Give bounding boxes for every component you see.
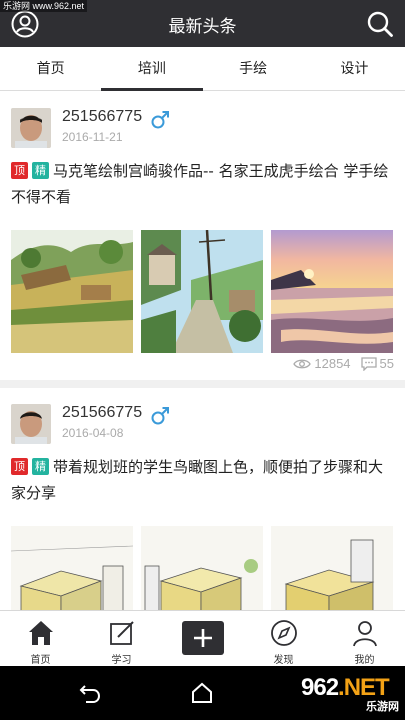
male-icon xyxy=(151,111,169,129)
logo-net: .NET xyxy=(338,674,390,701)
avatar[interactable] xyxy=(11,404,51,444)
home-icon xyxy=(28,621,53,645)
person-icon xyxy=(352,621,377,647)
tabbar-item-me[interactable]: 我的 xyxy=(324,611,405,666)
post-image[interactable] xyxy=(141,526,263,610)
plus-icon xyxy=(193,629,212,647)
home-nav-icon[interactable] xyxy=(190,681,214,705)
site-logo: 962.NET 乐游网 xyxy=(301,674,399,716)
top-badge: 顶 xyxy=(11,162,28,179)
compass-icon xyxy=(270,620,297,646)
tabbar-item-home[interactable]: 首页 xyxy=(0,611,81,666)
bottom-tabbar: 首页 学习 发现 我的 xyxy=(0,610,405,666)
male-icon xyxy=(151,407,169,425)
category-tabs: 首页 培训 手绘 设计 xyxy=(0,47,405,91)
post-images xyxy=(11,526,393,610)
tabbar-label: 首页 xyxy=(30,655,51,666)
add-post-button[interactable] xyxy=(181,621,224,655)
tabbar-label: 学习 xyxy=(111,655,132,666)
post-image[interactable] xyxy=(271,526,393,610)
tabbar-label: 发现 xyxy=(273,655,294,666)
featured-badge: 精 xyxy=(32,458,49,475)
post-title[interactable]: 顶精马克笔绘制宫崎骏作品-- 名家王成虎手绘合 学手绘不得不看 xyxy=(11,158,397,210)
page-title: 最新头条 xyxy=(168,17,237,37)
post-image[interactable] xyxy=(271,230,393,353)
edit-icon xyxy=(109,621,134,645)
system-nav-bar: 962.NET 乐游网 xyxy=(0,666,405,720)
tab-design[interactable]: 设计 xyxy=(304,47,405,90)
back-icon[interactable] xyxy=(78,681,102,705)
watermark: 乐游网 www.962.net xyxy=(0,0,88,12)
post-title-text: 马克笔绘制宫崎骏作品-- 名家王成虎手绘合 学手绘不得不看 xyxy=(11,162,389,206)
post-date: 2016-04-08 xyxy=(62,426,124,440)
post-images xyxy=(11,230,393,353)
tab-home[interactable]: 首页 xyxy=(0,47,101,90)
search-icon[interactable] xyxy=(366,10,394,38)
top-badge: 顶 xyxy=(11,458,28,475)
tabbar-item-post[interactable] xyxy=(162,611,243,666)
post-stats: 12854 55 xyxy=(293,356,394,371)
post-date: 2016-11-21 xyxy=(62,130,123,144)
post-image[interactable] xyxy=(11,526,133,610)
comment-icon xyxy=(360,356,377,371)
post-card[interactable]: 251566775 2016-11-21 顶精马克笔绘制宫崎骏作品-- 名家王成… xyxy=(0,92,405,388)
username[interactable]: 251566775 xyxy=(62,108,142,126)
tab-training[interactable]: 培训 xyxy=(101,47,203,91)
featured-badge: 精 xyxy=(32,162,49,179)
username[interactable]: 251566775 xyxy=(62,404,142,422)
tab-handdrawing[interactable]: 手绘 xyxy=(203,47,304,90)
logo-sub: 乐游网 xyxy=(366,700,399,713)
eye-icon xyxy=(293,359,312,368)
view-count: 12854 xyxy=(314,356,351,371)
tabbar-item-study[interactable]: 学习 xyxy=(81,611,162,666)
post-title[interactable]: 顶精带着规划班的学生鸟瞰图上色，顺便拍了步骤和大家分享 xyxy=(11,454,397,506)
tabbar-label: 我的 xyxy=(354,655,375,666)
post-image[interactable] xyxy=(141,230,263,353)
post-card[interactable]: 251566775 2016-04-08 顶精带着规划班的学生鸟瞰图上色，顺便拍… xyxy=(0,388,405,610)
avatar[interactable] xyxy=(11,108,51,148)
comment-count: 55 xyxy=(379,356,394,371)
news-feed[interactable]: 251566775 2016-11-21 顶精马克笔绘制宫崎骏作品-- 名家王成… xyxy=(0,92,405,610)
tabbar-item-discover[interactable]: 发现 xyxy=(243,611,324,666)
post-image[interactable] xyxy=(11,230,133,353)
post-title-text: 带着规划班的学生鸟瞰图上色，顺便拍了步骤和大家分享 xyxy=(11,458,384,502)
logo-text: 962 xyxy=(301,674,339,701)
